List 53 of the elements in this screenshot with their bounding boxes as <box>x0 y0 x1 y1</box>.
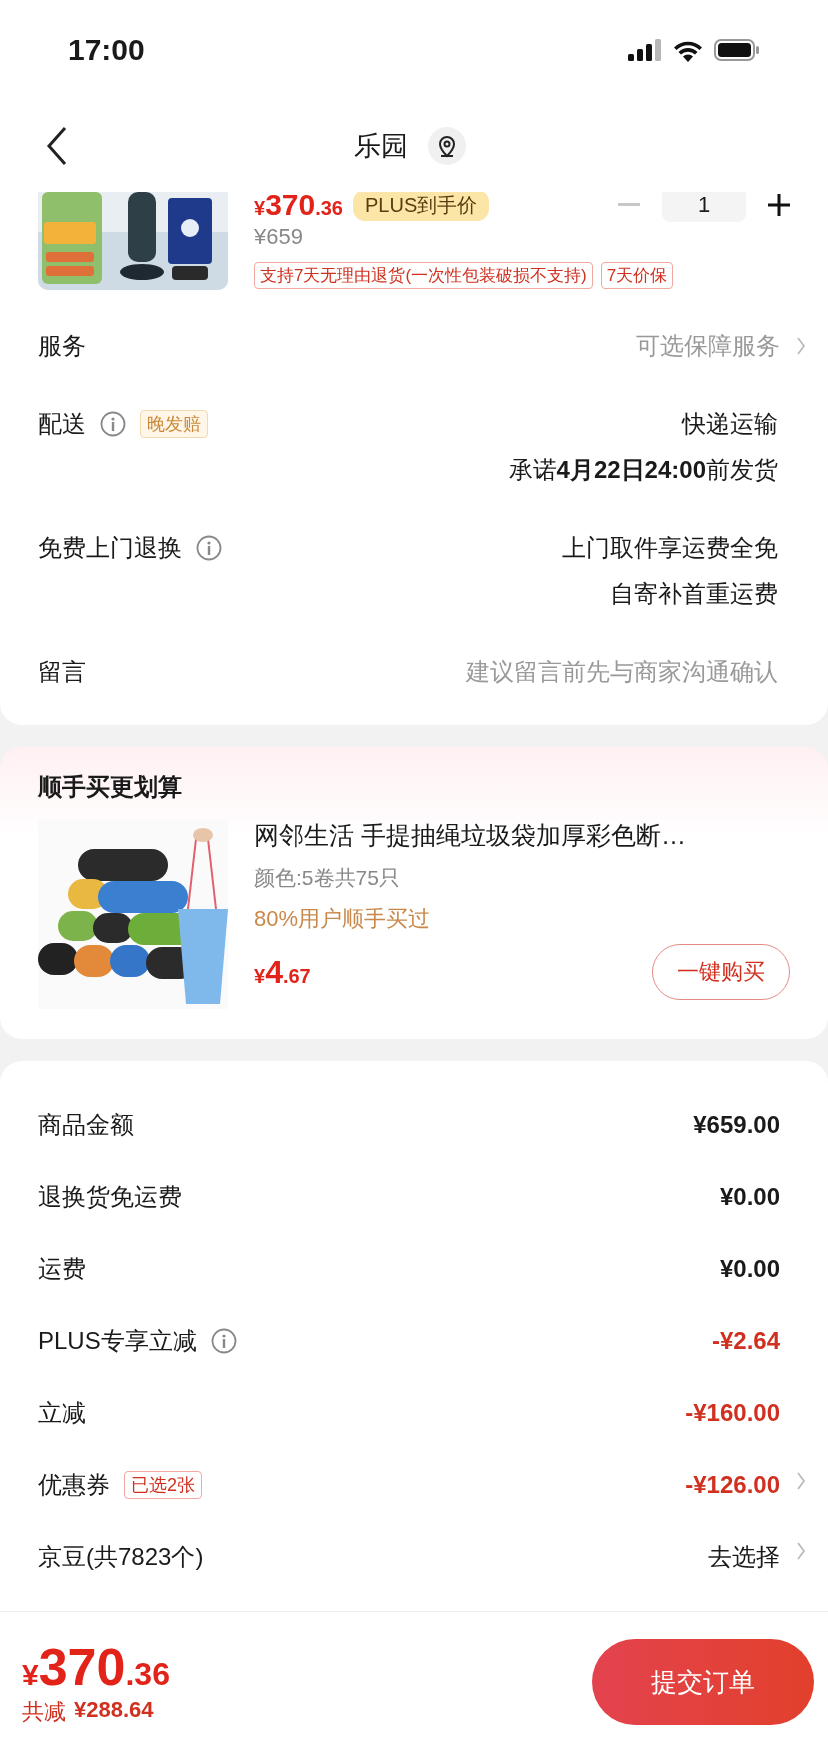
chevron-icon[interactable] <box>796 1471 806 1491</box>
row-label: 京豆(共7823个) <box>38 1542 204 1572</box>
row-label: 商品金额 <box>38 1110 134 1140</box>
status-time: 17:00 <box>68 33 145 67</box>
delivery-badge: 晚发赔 <box>140 410 208 438</box>
row-value: -¥2.64 <box>711 1327 780 1355</box>
product-spec: 颜色:5卷共75只 <box>254 865 401 891</box>
purchase-stat: 80%用户顺手买过 <box>254 905 432 933</box>
row-value: -¥160.00 <box>685 1399 780 1427</box>
row-label: 服务 <box>38 331 86 361</box>
row-value: 建议留言前先与商家沟通确认 <box>466 657 778 687</box>
service-tag: 7天价保 <box>600 262 674 289</box>
row-label: 优惠券 <box>38 1470 110 1500</box>
section-title: 顺手买更划算 <box>38 772 183 802</box>
submit-order-button[interactable]: 提交订单 <box>592 1639 814 1725</box>
buy-now-button[interactable]: 一键购买 <box>652 944 790 1000</box>
chevron-icon[interactable] <box>796 336 806 356</box>
back-icon[interactable] <box>46 126 68 166</box>
row-label: 留言 <box>38 657 86 687</box>
info-icon[interactable] <box>210 1328 237 1354</box>
signal-icon <box>628 39 662 61</box>
row-value: 快递运输 <box>682 409 778 439</box>
row-label: 运费 <box>38 1254 86 1284</box>
row-value: 自寄补首重运费 <box>610 579 778 609</box>
plus-icon[interactable] <box>768 194 790 216</box>
page-title: 乐园 <box>354 130 408 163</box>
original-price: ¥659 <box>254 224 304 250</box>
row-value: 可选保障服务 <box>636 331 780 361</box>
battery-icon <box>714 39 760 61</box>
coupon-badge: 已选2张 <box>124 1471 202 1499</box>
row-label: 免费上门退换 <box>38 533 182 563</box>
row-label: 配送 <box>38 409 86 439</box>
row-value: ¥659.00 <box>693 1111 780 1139</box>
row-label: 退换货免运费 <box>38 1182 182 1212</box>
total-price: ¥370.36 <box>22 1637 170 1697</box>
product-price: ¥370.36 <box>254 188 343 222</box>
row-value: -¥126.00 <box>685 1471 780 1499</box>
info-icon[interactable] <box>196 535 222 561</box>
info-icon[interactable] <box>100 411 126 437</box>
row-label: PLUS专享立减 <box>38 1326 197 1356</box>
service-tag: 支持7天无理由退货(一次性包装破损不支持) <box>254 262 593 289</box>
row-value: 承诺4月22日24:00前发货 <box>508 455 778 485</box>
product-name[interactable]: 网邻生活 手提抽绳垃圾袋加厚彩色断… <box>254 819 790 852</box>
location-pin-icon[interactable] <box>428 127 466 165</box>
row-value: ¥0.00 <box>719 1255 780 1283</box>
saved-amount: ¥288.64 <box>74 1697 154 1724</box>
row-value: ¥0.00 <box>719 1183 780 1211</box>
product-price: ¥4.67 <box>254 953 311 991</box>
chevron-icon[interactable] <box>796 1541 806 1561</box>
saved-label: 共减 <box>22 1698 66 1726</box>
row-value: 去选择 <box>708 1542 780 1572</box>
row-label: 立减 <box>38 1398 86 1428</box>
row-value: 上门取件享运费全免 <box>562 533 778 563</box>
